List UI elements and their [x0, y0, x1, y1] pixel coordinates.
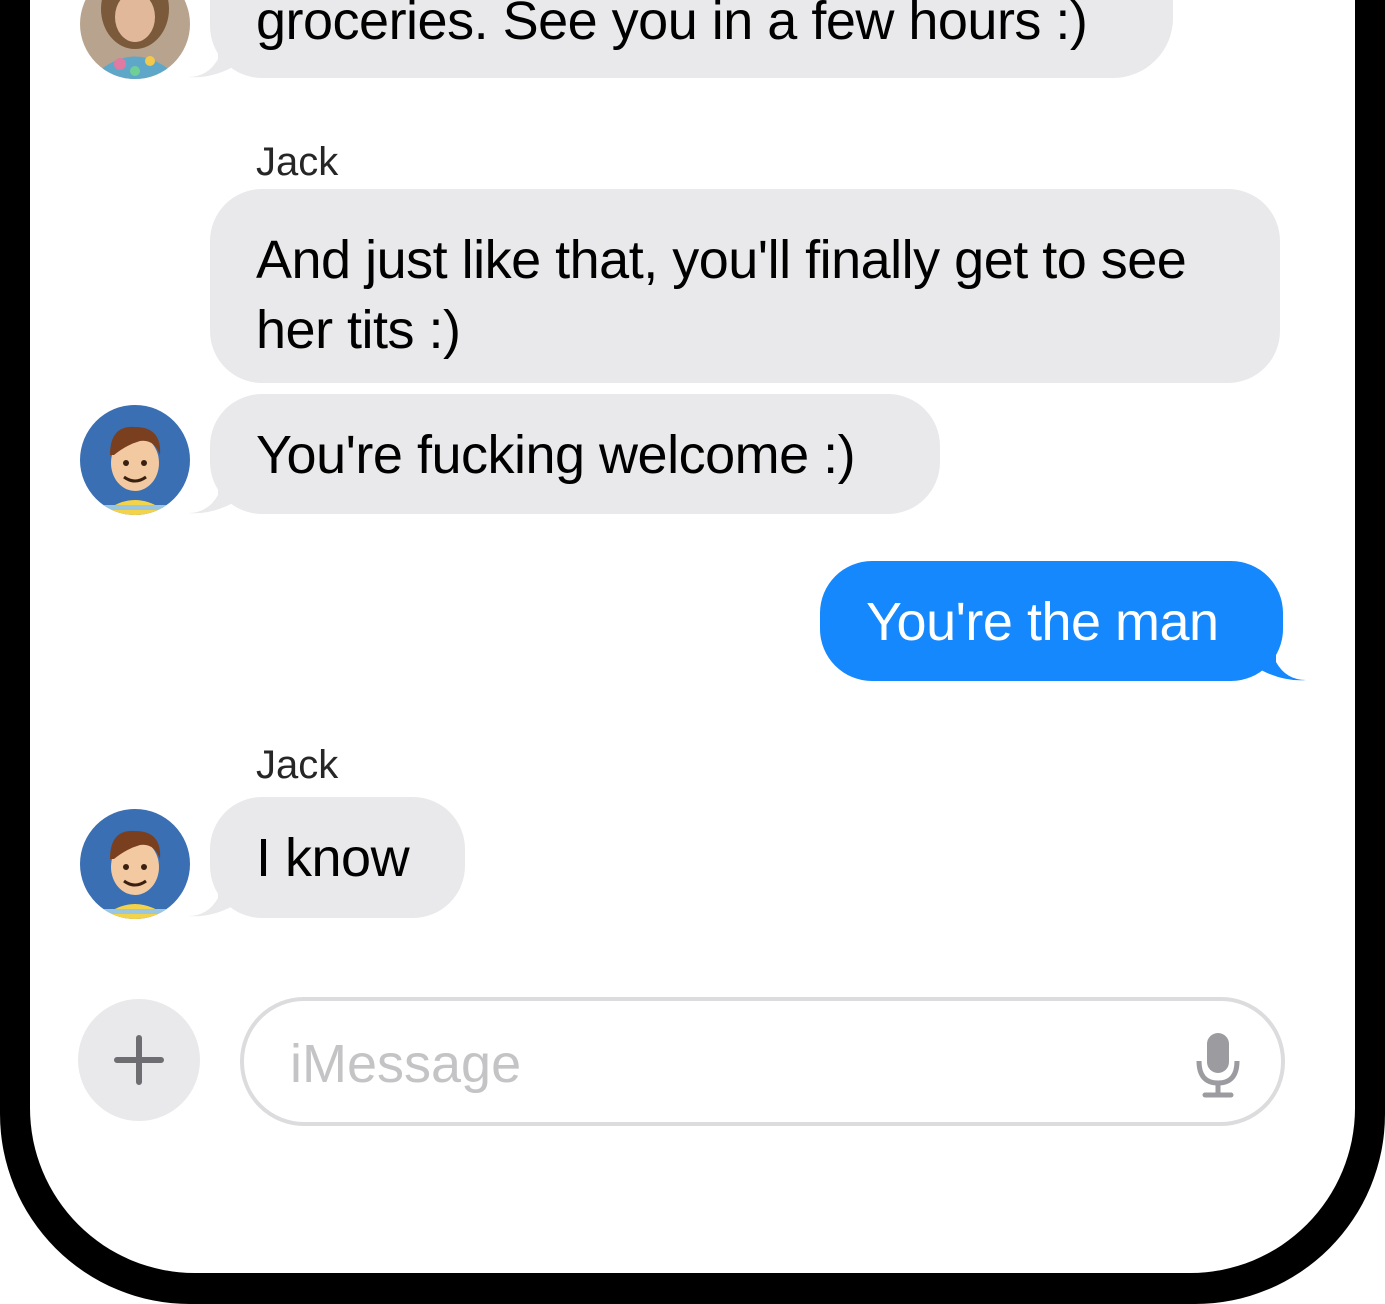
message-input-placeholder: iMessage — [290, 1034, 522, 1094]
message-bubble-m5[interactable]: I know — [210, 797, 465, 918]
message-bubble-m2[interactable]: And just like that, you'll finally get t… — [210, 189, 1280, 383]
sender-name-jack-2: Jack — [256, 743, 339, 787]
message-text-m2: And just like that, you'll finally get t… — [256, 230, 1187, 360]
cartoon-boy-icon — [80, 809, 190, 919]
message-input[interactable]: iMessage — [240, 997, 1285, 1126]
messages-screen: groceries. See you in a few hours :) Jac… — [30, 0, 1355, 1273]
avatar-woman[interactable] — [80, 0, 190, 79]
message-text-m3: You're fucking welcome :) — [256, 425, 856, 485]
message-bubble-m4[interactable]: You're the man — [820, 561, 1283, 681]
cartoon-boy-icon — [80, 405, 190, 515]
message-text-m1: groceries. See you in a few hours :) — [256, 0, 1088, 51]
message-text-m4: You're the man — [866, 592, 1219, 652]
microphone-icon[interactable] — [1193, 1029, 1243, 1099]
message-bubble-m1[interactable]: groceries. See you in a few hours :) — [210, 0, 1173, 78]
avatar-jack[interactable] — [80, 405, 190, 515]
plus-icon — [114, 1035, 164, 1085]
avatar-jack-2[interactable] — [80, 809, 190, 919]
sender-name-jack-1: Jack — [256, 140, 339, 184]
message-text-m5: I know — [256, 828, 410, 888]
message-bubble-m3[interactable]: You're fucking welcome :) — [210, 394, 940, 514]
add-attachment-button[interactable] — [78, 999, 200, 1121]
